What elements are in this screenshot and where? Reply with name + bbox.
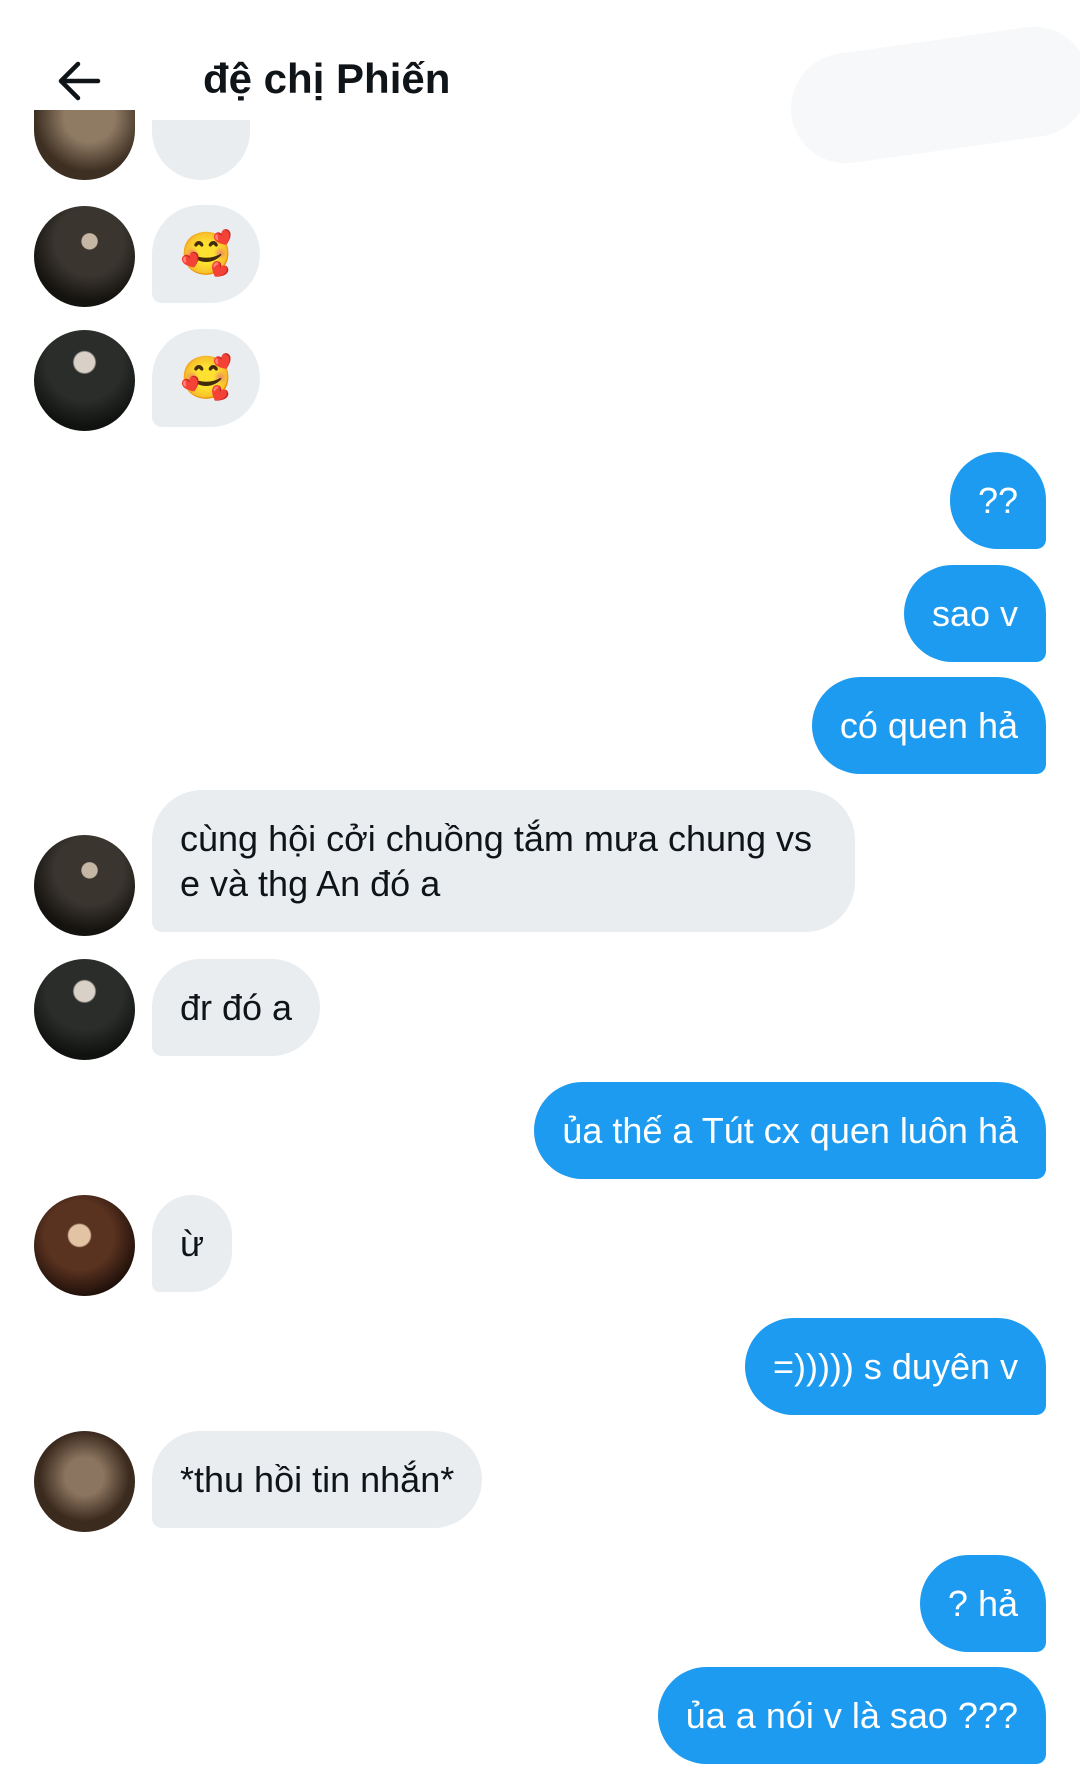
message-bubble-outgoing[interactable]: ủa a nói v là sao ???	[657, 1667, 1046, 1764]
avatar[interactable]	[34, 1195, 135, 1296]
message-bubble-incoming[interactable]: *thu hồi tin nhắn*	[152, 1431, 483, 1528]
message-bubble-outgoing[interactable]: ? hả	[919, 1555, 1046, 1652]
avatar[interactable]	[34, 835, 135, 936]
message-bubble-outgoing[interactable]: ủa thế a Tút cx quen luôn hả	[534, 1082, 1046, 1179]
message-bubble-outgoing[interactable]: =))))) s duyên v	[744, 1318, 1046, 1415]
message-bubble-outgoing[interactable]: sao v	[903, 565, 1046, 662]
message-bubble-incoming[interactable]: 🥰	[152, 205, 261, 303]
message-bubble-partial[interactable]	[152, 120, 250, 180]
avatar[interactable]	[34, 1431, 135, 1532]
avatar[interactable]	[34, 110, 135, 180]
message-bubble-outgoing[interactable]: có quen hả	[811, 677, 1046, 774]
message-bubble-incoming[interactable]: đr đó a	[152, 959, 321, 1056]
avatar[interactable]	[34, 206, 135, 307]
message-bubble-incoming[interactable]: ừ	[152, 1195, 233, 1292]
message-bubble-outgoing[interactable]: ??	[949, 452, 1046, 549]
message-thread[interactable]: 🥰 🥰 ?? sao v có quen hả cùng hội cởi chu…	[0, 0, 1080, 1772]
message-bubble-incoming[interactable]: cùng hội cởi chuồng tắm mưa chung vs e v…	[152, 790, 855, 932]
avatar[interactable]	[34, 330, 135, 431]
avatar[interactable]	[34, 959, 135, 1060]
message-bubble-incoming[interactable]: 🥰	[152, 329, 261, 427]
